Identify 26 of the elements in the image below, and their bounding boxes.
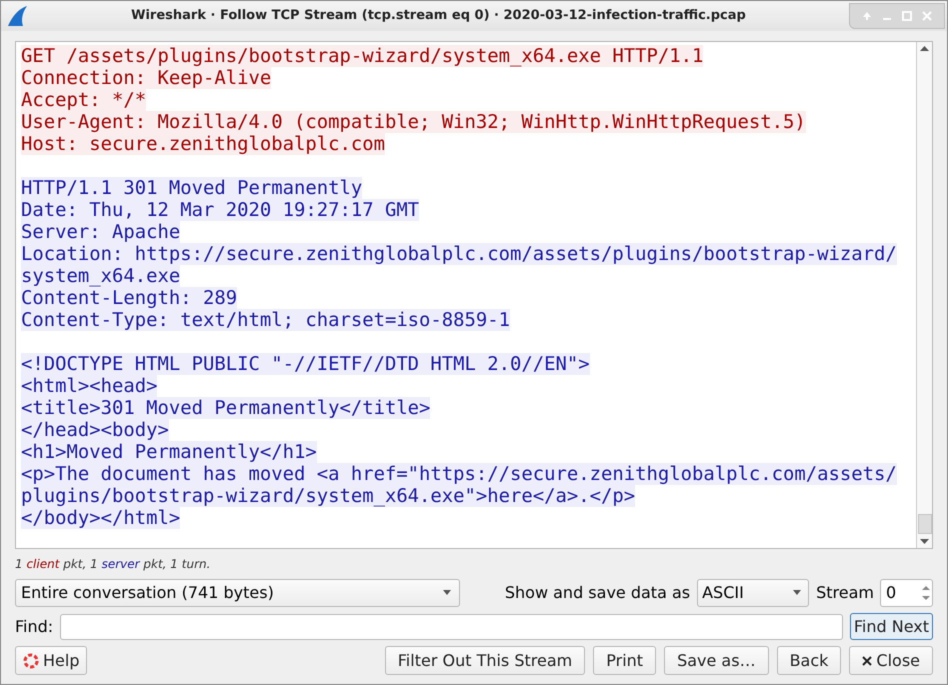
shade-icon[interactable] bbox=[862, 11, 872, 21]
close-button[interactable]: Close bbox=[849, 646, 933, 675]
format-label: Show and save data as bbox=[504, 582, 690, 604]
scrollbar-thumb[interactable] bbox=[918, 514, 932, 534]
dialog-button[interactable]: Filter Out This Stream bbox=[384, 646, 586, 675]
dialog-button[interactable]: Back bbox=[776, 646, 842, 675]
help-button[interactable]: Help bbox=[15, 646, 88, 675]
conversation-select[interactable]: Entire conversation (741 bytes) bbox=[15, 578, 460, 606]
find-next-button[interactable]: Find Next bbox=[850, 613, 933, 640]
dropdown-caret-icon bbox=[443, 590, 451, 595]
close-x-icon bbox=[862, 656, 872, 666]
maximize-icon[interactable] bbox=[902, 11, 912, 21]
lifebuoy-icon bbox=[23, 652, 39, 668]
dropdown-caret-icon bbox=[793, 590, 802, 595]
dialog-button[interactable]: Print bbox=[593, 646, 656, 675]
stream-spinbox[interactable]: 0 bbox=[880, 578, 933, 606]
find-field[interactable] bbox=[60, 614, 843, 640]
scrollbar[interactable] bbox=[916, 42, 932, 548]
shark-fin-icon bbox=[6, 5, 28, 27]
stream-label: Stream bbox=[816, 582, 874, 604]
dialog-button[interactable]: Save as… bbox=[664, 646, 769, 675]
format-select[interactable]: ASCII bbox=[697, 578, 810, 606]
window-title: Wireshark · Follow TCP Stream (tcp.stream eq 0) · 2020-03-12-infection-traffic.pcap bbox=[130, 7, 747, 26]
close-icon[interactable] bbox=[922, 11, 932, 21]
stream-summary: 1 client pkt, 1 server pkt, 1 turn. bbox=[15, 556, 212, 571]
find-label: Find: bbox=[15, 616, 54, 638]
